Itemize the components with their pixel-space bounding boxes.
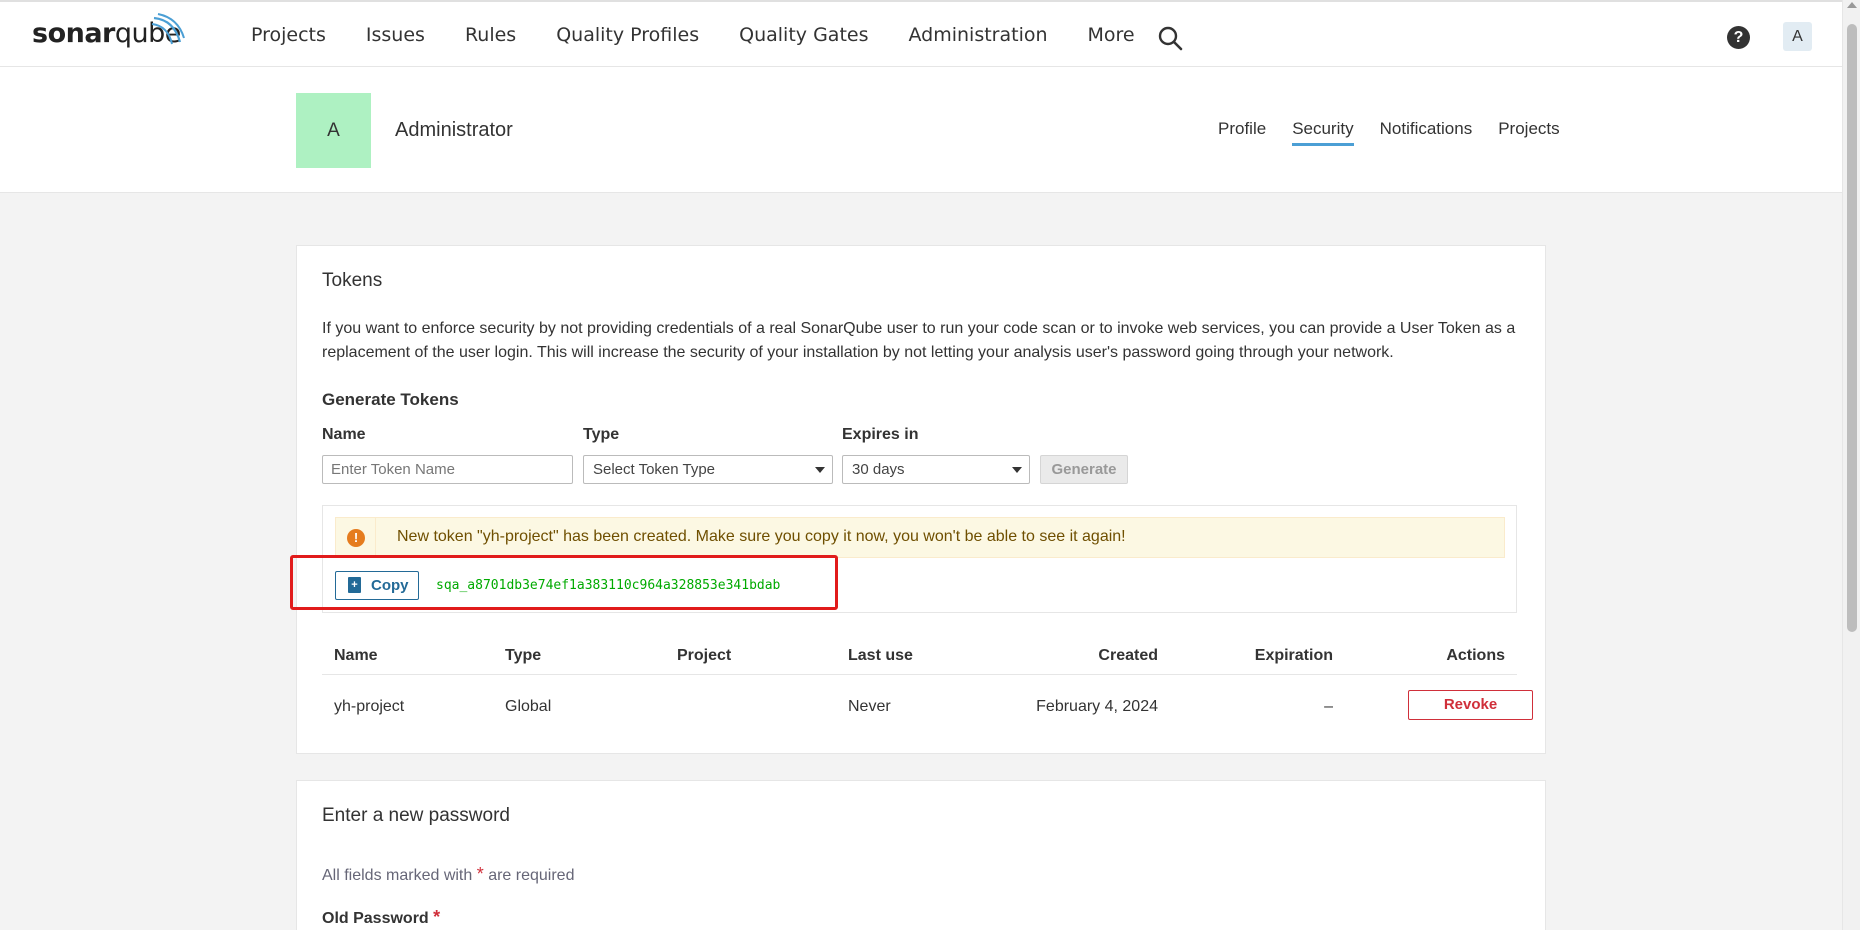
- account-avatar: A: [296, 93, 371, 168]
- cell-type: Global: [505, 698, 552, 715]
- cell-last-use: Never: [848, 698, 891, 715]
- password-card: Enter a new password All fields marked w…: [296, 780, 1546, 930]
- tokens-title: Tokens: [322, 270, 383, 291]
- warning-icon: !: [347, 529, 365, 547]
- nav-more[interactable]: More: [1088, 24, 1135, 46]
- tab-notifications[interactable]: Notifications: [1380, 119, 1473, 146]
- old-password-star: *: [433, 907, 441, 927]
- tab-profile[interactable]: Profile: [1218, 119, 1266, 146]
- table-header: Name Type Project Last use Created Expir…: [322, 637, 1517, 675]
- cell-created: February 4, 2024: [1036, 698, 1158, 715]
- col-type: Type: [505, 647, 542, 664]
- required-star: *: [476, 864, 484, 884]
- revoke-button[interactable]: Revoke: [1408, 690, 1533, 720]
- top-navbar: sonarqube Projects Issues Rules Quality …: [0, 0, 1842, 67]
- table-row: yh-project Global Never February 4, 2024…: [322, 675, 1533, 740]
- token-expiry-select[interactable]: 30 days: [842, 455, 1030, 484]
- copy-icon: +: [348, 577, 361, 593]
- nav-quality-profiles[interactable]: Quality Profiles: [556, 24, 699, 46]
- nav-issues[interactable]: Issues: [366, 24, 425, 46]
- cell-expiration: –: [1324, 698, 1333, 715]
- nav-quality-gates[interactable]: Quality Gates: [739, 24, 868, 46]
- alert-icon-column: !: [336, 518, 376, 557]
- col-project: Project: [677, 647, 732, 664]
- tokens-card: Tokens If you want to enforce security b…: [290, 245, 1546, 754]
- tab-security[interactable]: Security: [1292, 119, 1354, 146]
- token-value: sqa_a8701db3e74ef1a383110c964a328853e341…: [436, 578, 781, 593]
- new-token-panel: ! New token "yh-project" has been create…: [290, 505, 1517, 613]
- required-note-suffix: are required: [488, 867, 575, 884]
- old-password-label: Old Password *: [322, 907, 440, 928]
- nav-administration[interactable]: Administration: [908, 24, 1047, 46]
- col-created: Created: [1098, 647, 1158, 664]
- token-expiry-value: 30 days: [852, 461, 905, 478]
- token-name-label: Name: [322, 426, 366, 443]
- token-type-select[interactable]: Select Token Type: [583, 455, 833, 484]
- cell-name: yh-project: [334, 698, 405, 715]
- nav-rules[interactable]: Rules: [465, 24, 516, 46]
- old-password-text: Old Password: [322, 910, 429, 927]
- token-name-input[interactable]: Enter Token Name: [322, 455, 573, 484]
- user-avatar-button[interactable]: A: [1783, 22, 1812, 51]
- required-note-text: All fields marked with: [322, 867, 473, 884]
- col-last-use: Last use: [848, 647, 913, 664]
- chevron-down-icon: [1012, 467, 1022, 473]
- tab-projects[interactable]: Projects: [1498, 119, 1559, 146]
- copy-label: Copy: [371, 577, 409, 594]
- account-tabs: Profile Security Notifications Projects: [1218, 119, 1586, 146]
- tokens-table: Name Type Project Last use Created Expir…: [322, 637, 1533, 740]
- sonarqube-logo[interactable]: sonarqube: [32, 13, 185, 54]
- page-scrollbar[interactable]: [1842, 0, 1860, 930]
- col-actions: Actions: [1446, 647, 1505, 664]
- token-type-value: Select Token Type: [593, 461, 716, 478]
- alert-message: New token "yh-project" has been created.…: [397, 528, 1126, 545]
- account-name: Administrator: [395, 119, 513, 141]
- tokens-intro: If you want to enforce security by not p…: [322, 320, 1516, 361]
- generate-tokens-title: Generate Tokens: [322, 390, 459, 409]
- token-type-label: Type: [583, 426, 620, 443]
- password-title: Enter a new password: [322, 805, 510, 826]
- copy-token-button[interactable]: + Copy: [335, 571, 419, 600]
- main-nav: Projects Issues Rules Quality Profiles Q…: [251, 2, 1175, 67]
- col-expiration: Expiration: [1254, 647, 1333, 664]
- token-warning-alert: ! New token "yh-project" has been create…: [335, 517, 1505, 558]
- scroll-up-arrow-icon[interactable]: [1847, 2, 1857, 8]
- scroll-thumb[interactable]: [1847, 24, 1857, 632]
- search-icon[interactable]: [1156, 24, 1184, 52]
- token-expiry-label: Expires in: [842, 426, 919, 443]
- generate-button[interactable]: Generate: [1040, 455, 1128, 484]
- nav-projects[interactable]: Projects: [251, 24, 326, 46]
- help-icon[interactable]: ?: [1727, 26, 1750, 49]
- col-name: Name: [334, 647, 378, 664]
- logo-waves-icon: [151, 13, 185, 45]
- required-note: All fields marked with * are required: [322, 864, 574, 885]
- account-header: A Administrator Profile Security Notific…: [0, 67, 1842, 193]
- chevron-down-icon: [815, 467, 825, 473]
